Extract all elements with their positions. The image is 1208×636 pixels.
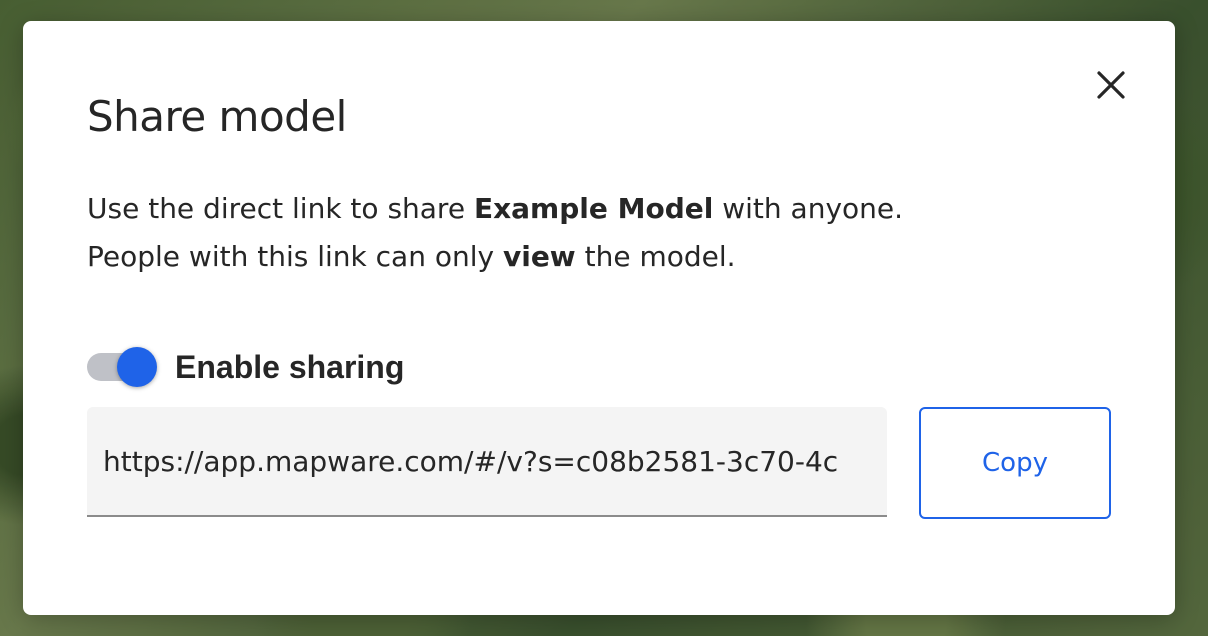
- model-name: Example Model: [473, 192, 714, 225]
- description-text: Use the direct link to share: [87, 192, 474, 225]
- enable-sharing-toggle[interactable]: [87, 345, 159, 389]
- close-button[interactable]: [1091, 65, 1131, 105]
- description-line-1: Use the direct link to share Example Mod…: [87, 185, 1087, 233]
- share-model-dialog: Share model Use the direct link to share…: [23, 21, 1175, 615]
- sharing-toggle-row: Enable sharing: [87, 345, 404, 389]
- share-link-field: [87, 407, 887, 517]
- dialog-title: Share model: [87, 92, 347, 141]
- enable-sharing-label: Enable sharing: [175, 348, 405, 385]
- description-text: the model.: [575, 240, 736, 273]
- description-line-2: People with this link can only view the …: [87, 233, 1087, 281]
- share-link-input[interactable]: [103, 407, 873, 515]
- close-icon: [1097, 71, 1125, 99]
- description-text: People with this link can only: [87, 240, 503, 273]
- description-text: with anyone.: [713, 192, 904, 225]
- dialog-description: Use the direct link to share Example Mod…: [87, 185, 1087, 281]
- toggle-thumb: [117, 347, 157, 387]
- permission-level: view: [502, 240, 576, 273]
- copy-button[interactable]: Copy: [919, 407, 1111, 519]
